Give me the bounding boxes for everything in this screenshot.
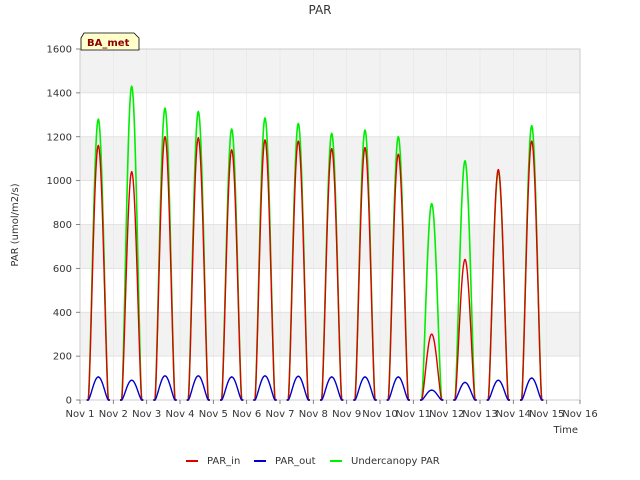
y-tick-label: 1400: [47, 88, 72, 99]
daily-peak-point: [497, 168, 500, 171]
daily-peak-point: [164, 107, 166, 110]
daily-peak-point: [297, 140, 300, 142]
daily-peak-point: [230, 128, 233, 130]
daily-peak-point: [397, 376, 400, 378]
x-tick-label: Nov 15: [529, 409, 564, 420]
daily-peak-point: [97, 118, 100, 120]
y-tick-label: 1000: [47, 176, 72, 187]
daily-peak-point: [197, 137, 200, 139]
x-tick-label: Nov 13: [462, 409, 497, 420]
x-tick-label: Nov 12: [429, 409, 464, 420]
x-tick-label: Nov 7: [265, 409, 294, 420]
daily-peak-point: [430, 333, 433, 335]
daily-peak-point: [397, 153, 400, 156]
legend-label: Undercanopy PAR: [351, 456, 440, 467]
x-tick-label: Nov 10: [362, 409, 397, 420]
daily-peak-point: [164, 375, 166, 377]
background-band: [80, 92, 580, 137]
x-tick-label: Nov 5: [199, 409, 228, 420]
station-badge: BA_met: [80, 32, 140, 51]
daily-peak-point: [130, 379, 133, 382]
daily-peak-point: [130, 85, 133, 88]
x-axis-label: Time: [553, 425, 578, 436]
daily-peak-point: [330, 376, 333, 378]
x-tick-label: Nov 6: [232, 409, 261, 420]
background-band: [80, 49, 580, 93]
x-tick-label: Nov 11: [396, 409, 431, 420]
daily-peak-point: [397, 135, 400, 138]
daily-peak-point: [130, 171, 133, 173]
x-axis: Nov 1 Nov 2 Nov 3 Nov 4 Nov 5 Nov 6 Nov 7 Nov 8…: [65, 400, 598, 420]
x-tick-label: Nov 3: [132, 409, 161, 420]
daily-peak-point: [197, 375, 200, 377]
daily-peak-point: [297, 122, 300, 125]
daily-peak-point: [330, 148, 333, 150]
background-band: [80, 224, 580, 269]
daily-peak-point: [364, 129, 366, 131]
y-tick-label: 1600: [47, 45, 72, 56]
y-axis-label: PAR (umol/m2/s): [10, 183, 21, 266]
x-tick-label: Nov 1: [65, 409, 94, 420]
daily-peak-point: [364, 376, 366, 378]
y-axis: 0 200 400 600 800 1000 1200 1400 1600: [47, 45, 80, 407]
x-tick-label: Nov 8: [299, 409, 328, 420]
daily-peak-point: [97, 376, 100, 378]
y-tick-label: 200: [53, 352, 72, 363]
x-tick-label: Nov 2: [99, 409, 128, 420]
y-tick-label: 0: [66, 396, 72, 407]
station-badge-text: BA_met: [87, 38, 130, 49]
daily-peak-point: [430, 202, 433, 205]
daily-peak-point: [464, 258, 466, 261]
y-tick-label: 400: [53, 308, 72, 319]
daily-peak-point: [530, 377, 533, 379]
x-tick-label: Nov 16: [562, 409, 597, 420]
daily-peak-point: [264, 139, 266, 141]
daily-peak-point: [264, 375, 266, 377]
daily-peak-point: [497, 379, 500, 382]
daily-peak-point: [364, 146, 366, 149]
daily-peak-point: [530, 124, 533, 127]
legend-label: PAR_in: [207, 456, 240, 467]
daily-peak-point: [530, 140, 533, 142]
daily-peak-point: [230, 149, 233, 151]
y-tick-label: 600: [53, 264, 72, 275]
daily-peak-point: [330, 132, 333, 135]
daily-peak-point: [297, 375, 300, 378]
daily-peak-point: [464, 381, 466, 384]
daily-peak-point: [264, 117, 266, 119]
legend-label: PAR_out: [275, 456, 316, 467]
chart-title: PAR: [308, 3, 331, 17]
daily-peak-point: [97, 144, 100, 147]
x-tick-label: Nov 4: [165, 409, 194, 420]
x-tick-label: Nov 14: [496, 409, 531, 420]
legend: PAR_in PAR_out Undercanopy PAR: [186, 456, 440, 467]
y-tick-label: 1200: [47, 132, 72, 143]
y-tick-label: 800: [53, 220, 72, 231]
daily-peak-point: [230, 376, 233, 378]
x-tick-label: Nov 9: [332, 409, 361, 420]
par-chart: Nov 1 Nov 2 Nov 3 Nov 4 Nov 5 Nov 6 Nov 7 Nov 8…: [10, 3, 598, 467]
daily-peak-point: [164, 135, 166, 138]
daily-peak-point: [464, 160, 466, 162]
background-band: [80, 180, 580, 225]
daily-peak-point: [197, 110, 200, 113]
daily-peak-point: [430, 389, 433, 391]
